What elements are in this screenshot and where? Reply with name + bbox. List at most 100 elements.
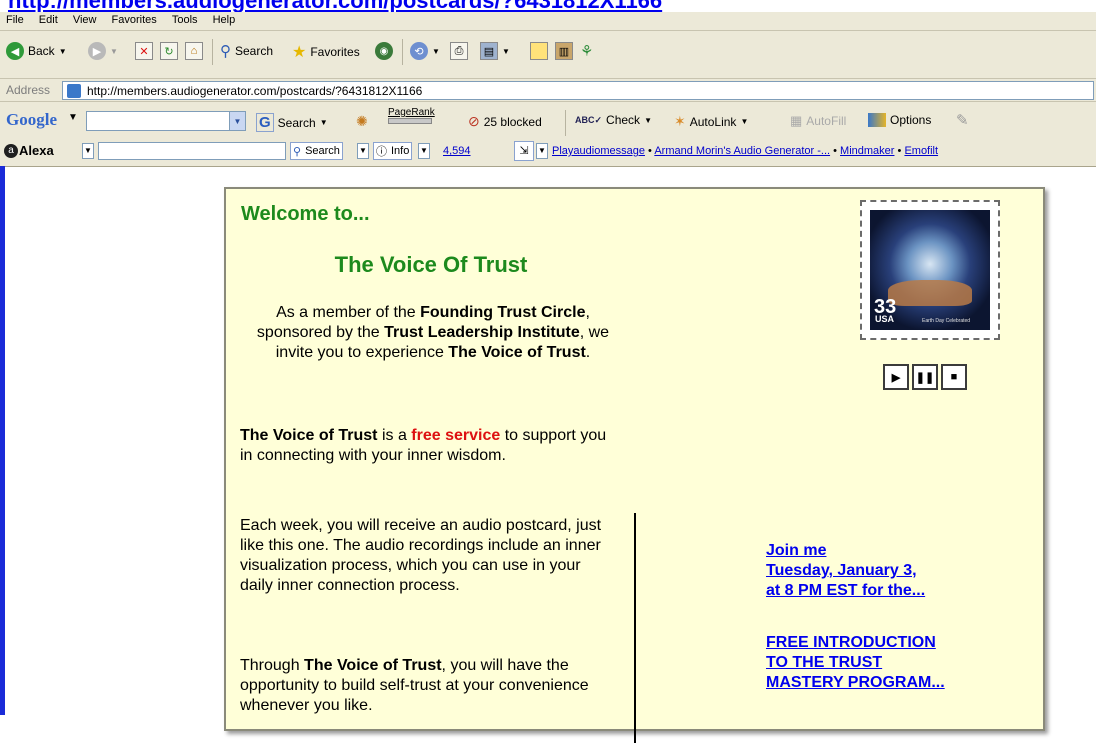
pause-button[interactable]: ❚❚ (912, 364, 938, 390)
pagerank-indicator[interactable]: PageRank (388, 107, 435, 124)
google-logo-dropdown-icon[interactable]: ▼ (68, 112, 78, 123)
edit-icon: ▤ (480, 42, 498, 60)
news-icon: ✺ (356, 113, 368, 129)
alexa-related-icon[interactable]: ⇲ (514, 141, 534, 161)
alexa-search-input[interactable] (98, 142, 286, 160)
alexa-toolbar: a Alexa ▼ ⚲ Search ▼ ⓘ Info ▼ 4,594 ⇲ ▼ … (0, 138, 1096, 167)
postcard-card: Welcome to... The Voice Of Trust As a me… (224, 187, 1045, 743)
back-button[interactable]: ◀ Back ▼ (6, 42, 67, 60)
google-search-dropdown-icon[interactable]: ▼ (320, 118, 328, 127)
messenger-button[interactable]: ⚘ (580, 42, 593, 60)
menu-favorites[interactable]: Favorites (106, 12, 163, 26)
print-button[interactable]: ⎙ (450, 42, 468, 60)
star-icon: ★ (292, 44, 307, 61)
google-history-dropdown-icon[interactable]: ▼ (229, 112, 245, 130)
edit-button[interactable]: ▤ ▼ (480, 42, 510, 60)
favorites-label: Favorites (310, 45, 360, 59)
media-button[interactable]: ◉ (375, 42, 393, 60)
books-icon: ▥ (555, 42, 573, 60)
stamp-caption: Earth Day Celebrated (922, 318, 971, 324)
messenger-icon: ⚘ (580, 43, 594, 60)
home-button[interactable]: ⌂ (185, 42, 203, 60)
forward-arrow-icon: ▶ (88, 42, 106, 60)
pagerank-bar (388, 118, 432, 124)
frame-border (0, 166, 5, 715)
related-link-mindmaker[interactable]: Mindmaker (840, 145, 894, 157)
alexa-traffic-rank[interactable]: 4,594 (443, 145, 471, 157)
history-dropdown-icon[interactable]: ▼ (432, 47, 440, 56)
media-icon: ◉ (375, 42, 393, 60)
spell-check-button[interactable]: ABC✓ Check ▼ (575, 113, 652, 127)
google-logo[interactable]: Google (6, 110, 57, 130)
google-search-button[interactable]: G Search ▼ (256, 113, 328, 132)
alexa-search-dropdown-icon[interactable]: ▼ (357, 143, 369, 159)
google-options-button[interactable]: Options (868, 113, 931, 127)
menu-file[interactable]: File (0, 12, 30, 26)
autolink-dropdown-icon[interactable]: ▼ (740, 117, 748, 126)
alexa-a-icon: a (4, 143, 18, 158)
highlighter-button[interactable]: ✎ (956, 111, 969, 129)
intro-paragraph: As a member of the Founding Trust Circle… (256, 304, 610, 361)
play-button[interactable]: ▶ (883, 364, 909, 390)
page-url-banner[interactable]: http://members.audiogenerator.com/postca… (0, 0, 1096, 12)
forward-button[interactable]: ▶ ▼ (88, 42, 118, 60)
alexa-info-dropdown-icon[interactable]: ▼ (418, 143, 430, 159)
alexa-info-label: Info (391, 145, 410, 157)
google-g-icon: G (256, 113, 274, 132)
alexa-logo[interactable]: a Alexa (4, 143, 54, 158)
menu-bar: File Edit View Favorites Tools Help (0, 12, 1096, 31)
discuss-button[interactable] (530, 42, 548, 60)
options-icon (868, 113, 886, 127)
google-news-button[interactable]: ✺ (356, 113, 368, 130)
alexa-info-button[interactable]: ⓘ Info (373, 142, 413, 160)
free-intro-link[interactable]: FREE INTRODUCTION TO THE TRUST MASTERY P… (766, 633, 945, 693)
autolink-wand-icon: ✶ (674, 113, 686, 129)
column-divider (634, 513, 636, 743)
bullet-sep: • (833, 145, 841, 157)
join-link[interactable]: Join me Tuesday, January 3, at 8 PM EST … (766, 541, 925, 601)
google-search-label: Search (277, 115, 316, 130)
spell-check-label: Check (606, 113, 641, 127)
autolink-button[interactable]: ✶ AutoLink ▼ (674, 113, 748, 130)
banner-link[interactable]: http://members.audiogenerator.com/postca… (8, 0, 662, 12)
autofill-icon: ▦ (790, 113, 803, 128)
benefit-paragraph: Through The Voice of Trust, you will hav… (240, 657, 589, 714)
back-dropdown-icon[interactable]: ▼ (59, 47, 67, 56)
refresh-icon: ↻ (160, 42, 178, 60)
related-link-audio-generator[interactable]: Armand Morin's Audio Generator -... (654, 145, 830, 157)
related-link-emofilt[interactable]: Emofilt (904, 145, 938, 157)
stop-button[interactable]: ✕ (135, 42, 153, 60)
alexa-related-dropdown-icon[interactable]: ▼ (536, 143, 548, 159)
research-button[interactable]: ▥ (555, 42, 573, 60)
stop-audio-button[interactable]: ■ (941, 364, 967, 390)
address-url: http://members.audiogenerator.com/postca… (87, 83, 423, 98)
related-link-playaudiomessage[interactable]: Playaudiomessage (552, 145, 645, 157)
page-title: The Voice Of Trust (334, 252, 528, 277)
search-button[interactable]: ⚲ Search (220, 42, 273, 60)
pencil-icon: ✎ (956, 112, 969, 129)
alexa-search-label: Search (305, 145, 340, 157)
alexa-menu-dropdown-icon[interactable]: ▼ (82, 143, 94, 159)
autofill-button[interactable]: ▦ AutoFill (790, 113, 846, 129)
note-icon (530, 42, 548, 60)
address-input[interactable]: http://members.audiogenerator.com/postca… (62, 81, 1094, 100)
menu-view[interactable]: View (67, 12, 103, 26)
forward-dropdown-icon[interactable]: ▼ (110, 47, 118, 56)
back-arrow-icon: ◀ (6, 42, 24, 60)
menu-help[interactable]: Help (207, 12, 242, 26)
history-button[interactable]: ⟲ ▼ (410, 42, 440, 60)
pagerank-label: PageRank (388, 107, 435, 118)
google-search-input[interactable]: ▼ (86, 111, 246, 131)
refresh-button[interactable]: ↻ (160, 42, 178, 60)
alexa-search-button[interactable]: ⚲ Search (290, 142, 343, 160)
menu-edit[interactable]: Edit (33, 12, 64, 26)
stop-icon: ✕ (135, 42, 153, 60)
popup-blocker-button[interactable]: ⊘ 25 blocked (468, 113, 542, 130)
spell-check-dropdown-icon[interactable]: ▼ (644, 116, 652, 125)
favorites-button[interactable]: ★ Favorites (292, 42, 360, 62)
menu-tools[interactable]: Tools (166, 12, 204, 26)
stamp-country: USA (875, 314, 895, 324)
edit-dropdown-icon[interactable]: ▼ (502, 47, 510, 56)
standard-toolbar: ◀ Back ▼ ▶ ▼ ✕ ↻ ⌂ ⚲ Search ★ Favorites … (0, 31, 1096, 79)
magnifier-icon: ⚲ (220, 43, 231, 60)
